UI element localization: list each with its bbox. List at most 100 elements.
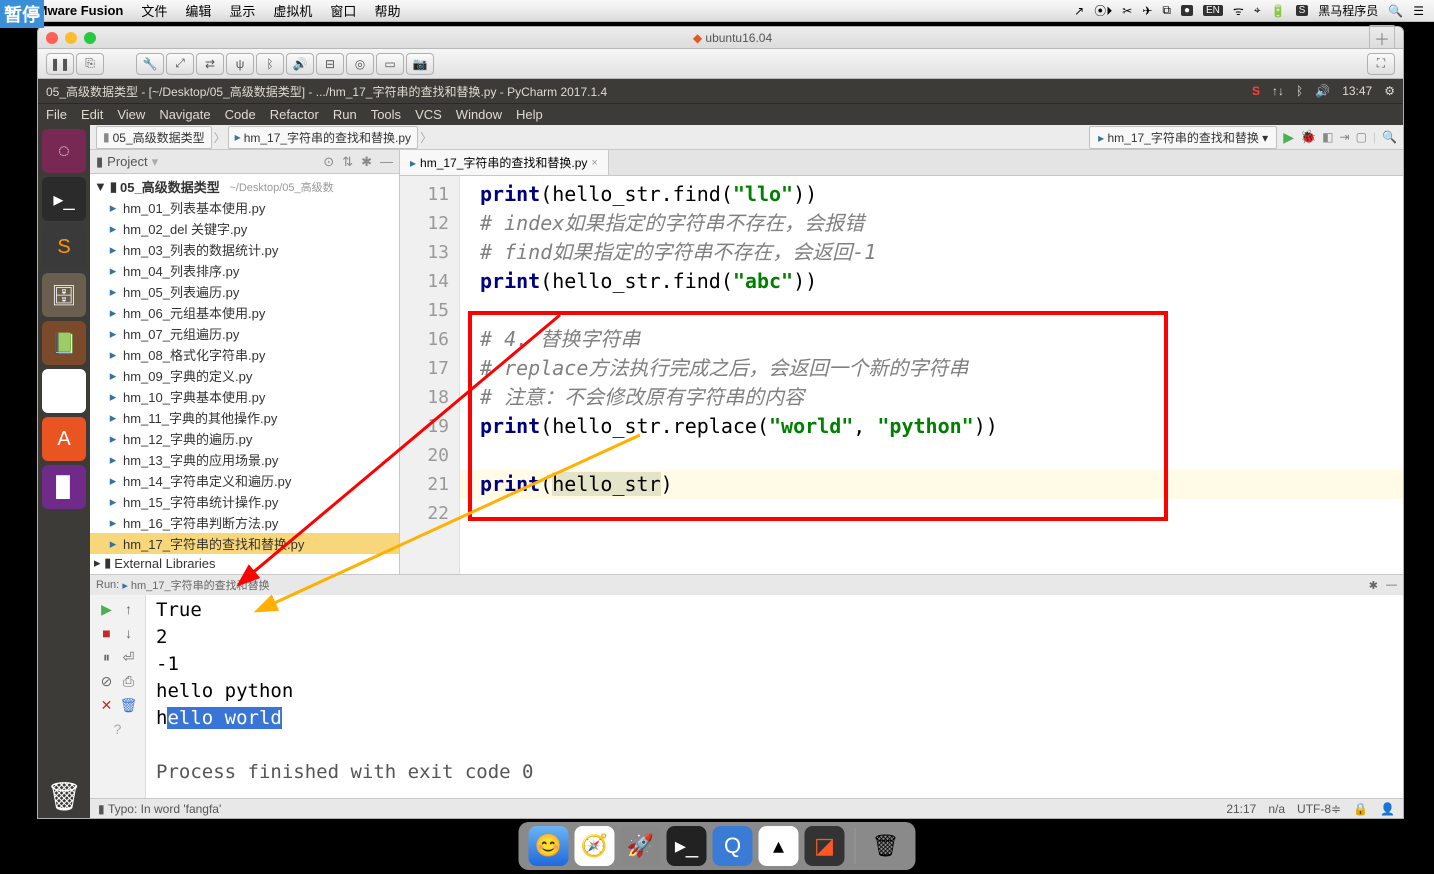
run-button[interactable]: ▶ <box>1283 129 1294 146</box>
menu-help[interactable]: 帮助 <box>374 1 400 20</box>
run-header[interactable]: Run: ▸ hm_17_字符串的查找和替换 ✱ — <box>90 575 1403 595</box>
fullscreen-icon[interactable]: ⛶ <box>1367 53 1395 75</box>
zoom-icon[interactable] <box>84 32 96 44</box>
project-tree[interactable]: ▼ ▮ 05_高级数据类型 ~/Desktop/05_高级数 ▸hm_01_列表… <box>90 174 399 574</box>
menu-vm[interactable]: 虚拟机 <box>273 1 312 20</box>
tree-file[interactable]: ▸hm_13_字典的应用场景.py <box>90 449 399 470</box>
tree-file[interactable]: ▸hm_10_字典基本使用.py <box>90 386 399 407</box>
scissors-icon[interactable]: ✂ <box>1122 4 1132 18</box>
menu-file[interactable]: 文件 <box>141 1 167 20</box>
gear-icon[interactable]: ⚙ <box>1384 84 1395 98</box>
pause-button[interactable]: ❚❚ <box>46 53 74 75</box>
arrow-icon[interactable]: ↗ <box>1074 4 1084 18</box>
terminal-icon[interactable]: ▸_ <box>42 177 86 221</box>
vm-titlebar[interactable]: ◆ ubuntu16.04 ＋ <box>38 27 1403 49</box>
network-icon[interactable]: ⇄ <box>196 53 224 75</box>
menu-view[interactable]: View <box>117 107 145 122</box>
run-output[interactable]: True 2 -1 hello python hello world Proce… <box>146 595 1403 798</box>
files-icon[interactable]: 🗄 <box>42 273 86 317</box>
menu-edit[interactable]: Edit <box>81 107 103 122</box>
close-icon[interactable] <box>46 32 58 44</box>
expand-icon[interactable]: ⤢ <box>166 53 194 75</box>
tree-file[interactable]: ▸hm_09_字典的定义.py <box>90 365 399 386</box>
terminal-dock-icon[interactable]: ▸_ <box>667 826 707 866</box>
snapshot-button[interactable]: ⎘ <box>76 53 104 75</box>
scroll-icon[interactable]: ⇅ <box>342 154 353 170</box>
menu-code[interactable]: Code <box>225 107 256 122</box>
trash-button[interactable]: 🗑 <box>119 695 139 715</box>
chrome-icon[interactable]: ◉ <box>42 369 86 413</box>
encoding[interactable]: UTF-8≑ <box>1297 802 1341 816</box>
lock-icon[interactable]: 🔒 <box>1353 802 1368 816</box>
wifi-icon[interactable]: ᯤ <box>1233 2 1244 19</box>
tree-file[interactable]: ▸hm_03_列表的数据统计.py <box>90 239 399 260</box>
menu-tools[interactable]: Tools <box>371 107 401 122</box>
plane-icon[interactable]: ✈ <box>1142 4 1152 18</box>
minimize-icon[interactable] <box>65 32 77 44</box>
status-icon[interactable]: ▮ <box>98 802 105 816</box>
collapse-icon[interactable]: ⊙ <box>323 154 334 170</box>
project-header[interactable]: ▮Project▾ ⊙ ⇅ ✱ — <box>90 150 399 174</box>
up-button[interactable]: ↑ <box>119 599 139 619</box>
usb-icon[interactable]: ψ <box>226 53 254 75</box>
book-icon[interactable]: 📗 <box>42 321 86 365</box>
pause-button[interactable]: ⏸ <box>97 647 117 667</box>
tree-file[interactable]: ▸hm_05_列表遍历.py <box>90 281 399 302</box>
quicktime-icon[interactable]: Q <box>713 826 753 866</box>
external-libs[interactable]: ▸ ▮ External Libraries <box>90 554 399 572</box>
copy-icon[interactable]: ⧉ <box>1162 3 1171 18</box>
add-tab-icon[interactable]: ＋ <box>1369 25 1395 51</box>
tree-file[interactable]: ▸hm_11_字典的其他操作.py <box>90 407 399 428</box>
print-button[interactable]: ⎙ <box>119 671 139 691</box>
bluetooth-indicator-icon[interactable]: ᛒ <box>1296 84 1303 98</box>
tree-file[interactable]: ▸hm_14_字符串定义和遍历.py <box>90 470 399 491</box>
clear-button[interactable]: ⊘ <box>97 671 117 691</box>
tree-file[interactable]: ▸hm_02_del 关键字.py <box>90 218 399 239</box>
trash-icon[interactable]: 🗑 <box>42 774 86 818</box>
attach-button[interactable]: ⇥ <box>1340 130 1350 144</box>
help-button[interactable]: ? <box>108 719 128 739</box>
breadcrumb-file[interactable]: ▸hm_17_字符串的查找和替换.py <box>228 126 418 149</box>
username[interactable]: 黑马程序员 <box>1318 2 1378 19</box>
caret-position[interactable]: 21:17 <box>1226 802 1256 816</box>
close-tab-icon[interactable]: × <box>591 157 597 169</box>
record-icon[interactable]: ⦿⏵ <box>1094 2 1112 19</box>
menu-vcs[interactable]: VCS <box>415 107 442 122</box>
breadcrumb-project[interactable]: ▮05_高级数据类型 <box>96 126 212 149</box>
ubuntu-dash-icon[interactable]: ◌ <box>42 129 86 173</box>
gear-icon[interactable]: ✱ <box>361 154 372 170</box>
spotlight-icon[interactable]: 🔍 <box>1388 4 1403 18</box>
network-indicator-icon[interactable]: ↑↓ <box>1272 84 1284 98</box>
sublime-icon[interactable]: S <box>42 225 86 269</box>
code-area[interactable]: print(hello_str.find("llo"))# index如果指定的… <box>460 176 1403 574</box>
close-button[interactable]: ✕ <box>97 695 117 715</box>
sogou-indicator-icon[interactable]: S <box>1252 84 1260 98</box>
trash-dock-icon[interactable]: 🗑 <box>866 826 906 866</box>
hector-icon[interactable]: 👤 <box>1380 802 1395 816</box>
safari-icon[interactable]: 🧭 <box>575 826 615 866</box>
tree-file[interactable]: ▸hm_06_元组基本使用.py <box>90 302 399 323</box>
tree-file[interactable]: ▸hm_15_字符串统计操作.py <box>90 491 399 512</box>
settings-icon[interactable]: 🔧 <box>136 53 164 75</box>
tree-file[interactable]: ▸hm_12_字典的遍历.py <box>90 428 399 449</box>
app-dock-icon[interactable]: ◪ <box>805 826 845 866</box>
clock[interactable]: 13:47 <box>1342 84 1372 98</box>
tree-file[interactable]: ▸hm_17_字符串的查找和替换.py <box>90 533 399 554</box>
tree-file[interactable]: ▸hm_01_列表基本使用.py <box>90 197 399 218</box>
tree-file[interactable]: ▸hm_04_列表排序.py <box>90 260 399 281</box>
tree-file[interactable]: ▸hm_16_字符串判断方法.py <box>90 512 399 533</box>
bluetooth-icon[interactable]: ᛒ <box>256 53 284 75</box>
stop-button[interactable]: ▢ <box>1356 130 1367 144</box>
audio-icon[interactable]: 🔊 <box>286 53 314 75</box>
rerun-button[interactable]: ▶ <box>97 599 117 619</box>
ssd-icon[interactable]: ▭ <box>376 53 404 75</box>
camera-icon[interactable]: 📷 <box>406 53 434 75</box>
hd-icon[interactable]: ⊟ <box>316 53 344 75</box>
gutter[interactable]: 111213141516171819202122 <box>400 176 460 574</box>
sound-indicator-icon[interactable]: 🔊 <box>1315 84 1330 98</box>
menu-file[interactable]: File <box>46 107 67 122</box>
menu-help[interactable]: Help <box>516 107 543 122</box>
run-config-selector[interactable]: ▸ hm_17_字符串的查找和替换 ▾ <box>1089 126 1277 149</box>
debug-button[interactable]: 🐞 <box>1300 129 1316 145</box>
app-icon[interactable]: ▉ <box>42 465 86 509</box>
